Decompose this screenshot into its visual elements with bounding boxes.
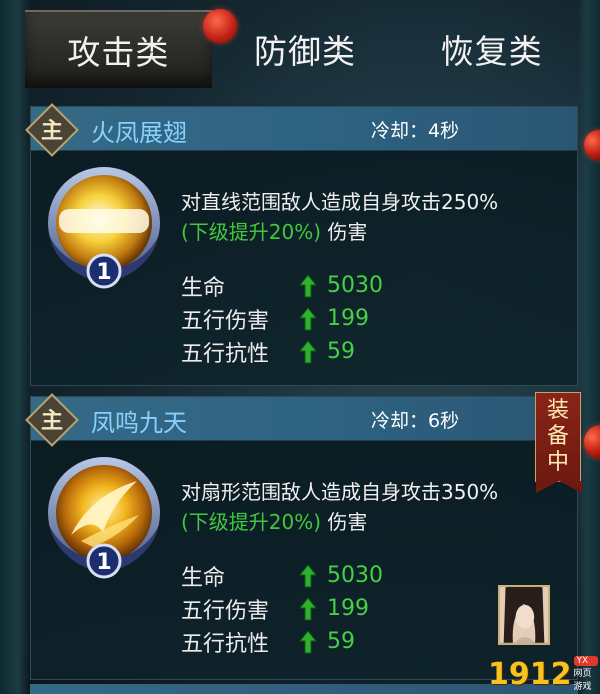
skill-panel[interactable]: 主 凤鸣九天 冷却：6秒 1 对扇形范围敌人造成自身攻击350% (下级提升20… xyxy=(25,393,578,680)
stat-value: 5030 xyxy=(327,273,383,298)
character-avatar[interactable] xyxy=(498,585,550,645)
main-skill-badge: 主 xyxy=(40,409,63,434)
stat-row: 生命 5030 xyxy=(181,559,383,592)
stat-value: 5030 xyxy=(327,563,383,588)
tab-recovery-label: 恢复类 xyxy=(440,32,543,71)
stat-label: 生命 xyxy=(181,275,226,301)
tab-defense[interactable]: 防御类 xyxy=(212,10,399,88)
stat-row: 五行抗性 59 xyxy=(181,335,383,368)
stat-row: 生命 5030 xyxy=(181,269,383,302)
skill-name: 火凤展翅 xyxy=(91,119,187,147)
stat-label: 五行抗性 xyxy=(181,341,270,367)
skill-level: 1 xyxy=(96,260,111,285)
up-arrow-icon xyxy=(299,629,317,653)
watermark-sub: 网页游戏 xyxy=(573,669,592,692)
background-right-edge xyxy=(578,0,600,694)
stat-value: 199 xyxy=(327,596,369,621)
equipped-char: 备 xyxy=(546,424,569,449)
skill-panel[interactable]: 主 火凤展翅 冷却：4秒 1 对直线范围敌人造成自身攻击250% (下级提升20… xyxy=(25,103,578,386)
stat-row: 五行伤害 199 xyxy=(181,592,383,625)
skill-description: 对扇形范围敌人造成自身攻击350% (下级提升20%) 伤害 xyxy=(181,477,571,537)
watermark-badge: YX xyxy=(573,656,598,666)
up-arrow-icon xyxy=(299,563,317,587)
phoenix-skill-icon[interactable]: 1 xyxy=(41,455,167,581)
stat-label: 生命 xyxy=(181,565,226,591)
up-arrow-icon xyxy=(299,596,317,620)
skill-level: 1 xyxy=(96,550,111,575)
tab-attack-label: 攻击类 xyxy=(67,33,170,72)
skill-header: 主 凤鸣九天 冷却：6秒 xyxy=(25,393,577,447)
skill-name: 凤鸣九天 xyxy=(91,409,187,437)
upgrade-hint: (下级提升20%) xyxy=(181,220,322,244)
background-left-edge xyxy=(0,0,30,694)
stat-value: 199 xyxy=(327,306,369,331)
category-tabs: 攻击类 防御类 恢复类 xyxy=(25,10,585,88)
skill-header: 主 火凤展翅 冷却：4秒 xyxy=(25,103,577,157)
skill-cooldown: 冷却：6秒 xyxy=(371,410,460,432)
desc-line: 对直线范围敌人造成自身攻击250% xyxy=(181,190,499,214)
desc-line: 对扇形范围敌人造成自身攻击350% xyxy=(181,480,499,504)
stat-label: 五行抗性 xyxy=(181,631,270,657)
main-skill-badge: 主 xyxy=(40,119,63,144)
up-arrow-icon xyxy=(299,273,317,297)
tab-attack[interactable]: 攻击类 xyxy=(25,10,212,88)
character-portrait-icon xyxy=(500,587,548,643)
desc-suffix: 伤害 xyxy=(327,510,368,534)
fire-wing-skill-icon[interactable]: 1 xyxy=(41,165,167,291)
stat-row: 五行伤害 199 xyxy=(181,302,383,335)
up-arrow-icon xyxy=(299,306,317,330)
skill-cooldown: 冷却：4秒 xyxy=(371,120,460,142)
equipped-char: 中 xyxy=(546,450,569,475)
tab-recovery[interactable]: 恢复类 xyxy=(398,10,585,88)
stat-label: 五行伤害 xyxy=(181,598,270,624)
stat-value: 59 xyxy=(327,339,355,364)
skill-stats: 生命 5030 五行伤害 199 五行抗性 59 xyxy=(181,559,383,658)
stat-label: 五行伤害 xyxy=(181,308,270,334)
stat-row: 五行抗性 59 xyxy=(181,625,383,658)
stat-value: 59 xyxy=(327,629,355,654)
skill-stats: 生命 5030 五行伤害 199 五行抗性 59 xyxy=(181,269,383,368)
notification-dot xyxy=(203,9,237,43)
upgrade-hint: (下级提升20%) xyxy=(181,510,322,534)
watermark-number: 1912 xyxy=(488,656,572,692)
tab-defense-label: 防御类 xyxy=(254,32,356,71)
equipped-tag: 装 备 中 xyxy=(535,392,582,493)
site-watermark: 1912 YX 网页游戏 xyxy=(488,655,598,693)
up-arrow-icon xyxy=(299,339,317,363)
skill-description: 对直线范围敌人造成自身攻击250% (下级提升20%) 伤害 xyxy=(181,187,571,247)
watermark-side: YX 网页游戏 xyxy=(573,656,598,692)
equipped-char: 装 xyxy=(546,398,569,423)
desc-suffix: 伤害 xyxy=(327,220,368,244)
